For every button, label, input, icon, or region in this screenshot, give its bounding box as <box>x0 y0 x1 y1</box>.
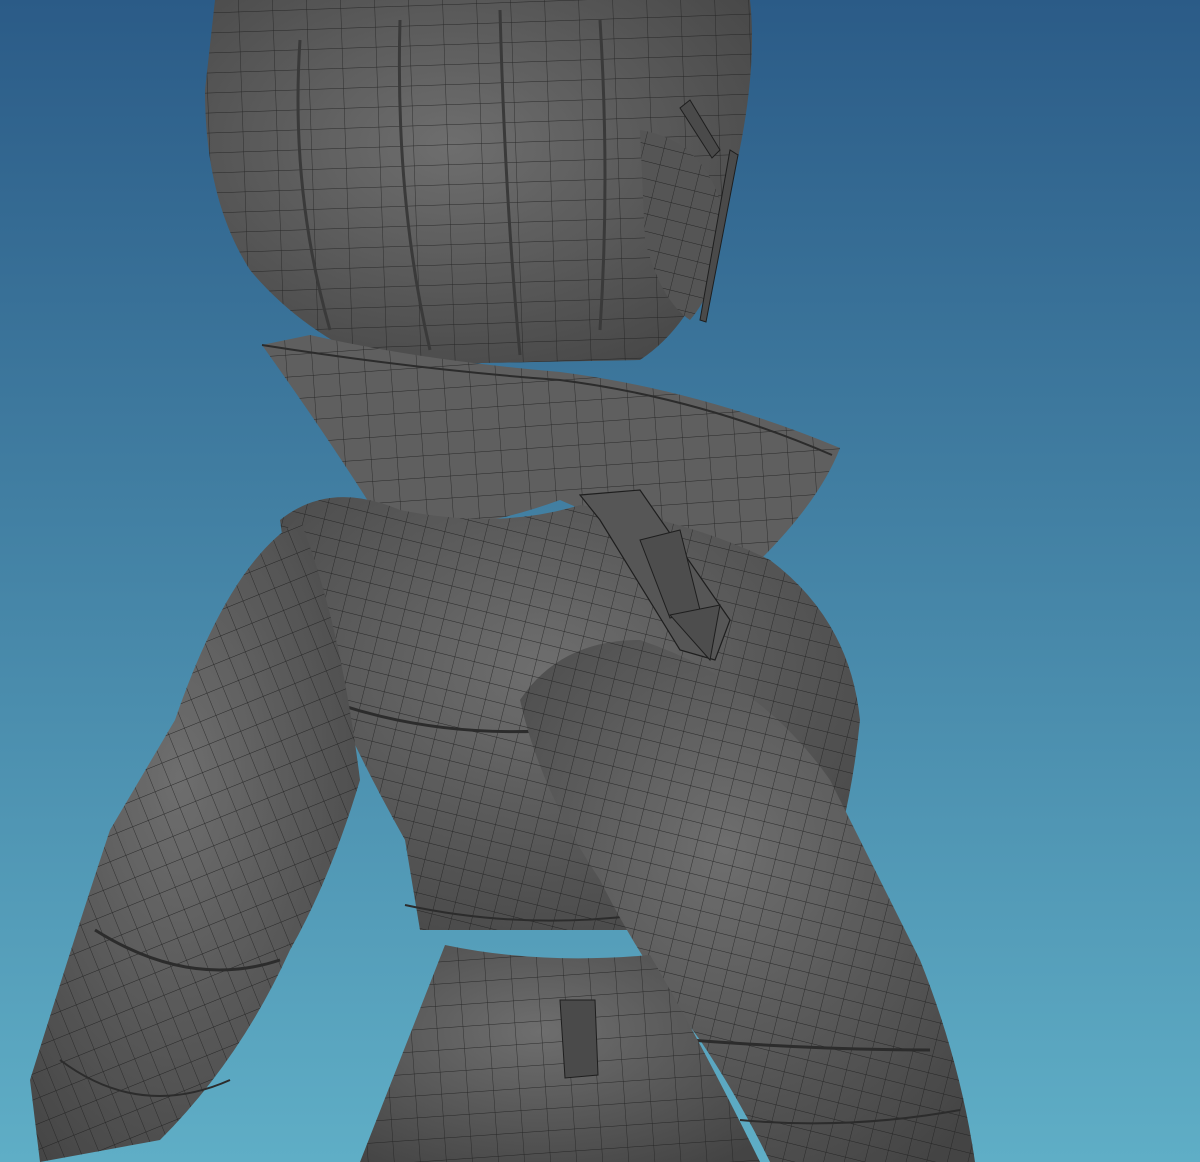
3d-viewport[interactable] <box>0 0 1200 1162</box>
viewport-canvas <box>0 0 1200 1162</box>
